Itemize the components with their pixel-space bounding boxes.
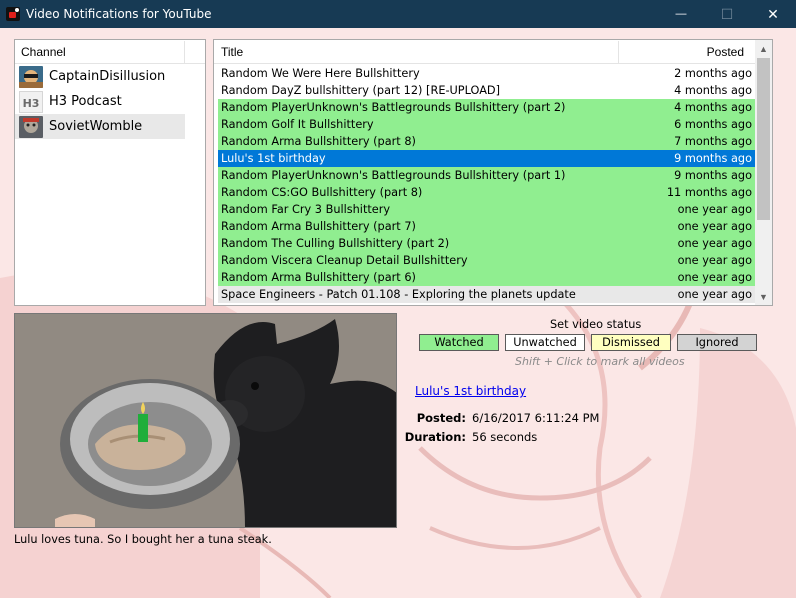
video-title: Random Viscera Cleanup Detail Bullshitte… bbox=[221, 254, 468, 267]
channel-item-sovietwomble[interactable]: SovietWomble bbox=[15, 114, 185, 139]
channel-list: Channel CaptainDisillusion H3 H3 Podcast bbox=[14, 39, 206, 306]
video-row[interactable]: Random Arma Bullshittery (part 7) one yea… bbox=[218, 218, 756, 235]
window-title: Video Notifications for YouTube bbox=[26, 7, 212, 21]
video-posted: 9 months ago bbox=[674, 169, 752, 182]
video-title: Random PlayerUnknown's Battlegrounds Bul… bbox=[221, 169, 566, 182]
video-title: Random PlayerUnknown's Battlegrounds Bul… bbox=[221, 101, 566, 114]
soviet-womble-avatar bbox=[19, 115, 43, 138]
posted-value: 6/16/2017 6:11:24 PM bbox=[472, 411, 600, 425]
video-posted: one year ago bbox=[677, 254, 752, 267]
unwatched-button[interactable]: Unwatched bbox=[505, 334, 585, 351]
video-row-selected[interactable]: Lulu's 1st birthday 9 months ago bbox=[218, 150, 756, 167]
close-icon: ✕ bbox=[767, 5, 779, 22]
video-title: Random We Were Here Bullshittery bbox=[221, 67, 420, 80]
video-list-scrollbar[interactable]: ▲ ▼ bbox=[755, 40, 772, 305]
video-title: Random Arma Bullshittery (part 6) bbox=[221, 271, 416, 284]
column-separator bbox=[184, 40, 185, 63]
captain-disillusion-avatar bbox=[19, 65, 43, 88]
video-list-header: Title Posted bbox=[214, 40, 756, 64]
video-row[interactable]: Random We Were Here Bullshittery 2 months… bbox=[218, 65, 756, 82]
video-row[interactable]: Random Golf It Bullshittery 6 months ago bbox=[218, 116, 756, 133]
video-title: Space Engineers - Patch 01.108 - Explori… bbox=[221, 288, 576, 301]
video-posted: 7 months ago bbox=[674, 135, 752, 148]
maximize-button[interactable]: ☐ bbox=[704, 0, 750, 28]
video-thumbnail[interactable] bbox=[14, 313, 397, 528]
video-posted: one year ago bbox=[677, 220, 752, 233]
channel-label: SovietWomble bbox=[49, 119, 143, 134]
video-list: Title Posted Random We Were Here Bullshi… bbox=[213, 39, 773, 306]
title-column-header[interactable]: Title bbox=[214, 45, 618, 59]
channel-label: CaptainDisillusion bbox=[49, 69, 166, 84]
channel-item-captaindisillusion[interactable]: CaptainDisillusion bbox=[15, 64, 185, 89]
scroll-up-button[interactable]: ▲ bbox=[755, 40, 772, 57]
video-posted: 9 months ago bbox=[674, 152, 752, 165]
dismissed-button[interactable]: Dismissed bbox=[591, 334, 671, 351]
scroll-thumb[interactable] bbox=[757, 58, 770, 220]
video-title: Random Arma Bullshittery (part 8) bbox=[221, 135, 416, 148]
video-title: Random DayZ bullshittery (part 12) [RE-U… bbox=[221, 84, 501, 97]
video-row[interactable]: Random PlayerUnknown's Battlegrounds Bul… bbox=[218, 99, 756, 116]
svg-text:H3: H3 bbox=[23, 97, 40, 110]
chevron-up-icon: ▲ bbox=[759, 43, 768, 54]
video-title: Random Golf It Bullshittery bbox=[221, 118, 374, 131]
channel-list-header: Channel bbox=[15, 40, 205, 64]
video-posted: one year ago bbox=[677, 203, 752, 216]
maximize-icon: ☐ bbox=[720, 5, 734, 22]
video-posted: 4 months ago bbox=[674, 101, 752, 114]
video-row[interactable]: Random Viscera Cleanup Detail Bullshitte… bbox=[218, 252, 756, 269]
video-row[interactable]: Space Engineers - Patch 01.108 - Explori… bbox=[218, 286, 756, 303]
video-row[interactable]: Random Arma Bullshittery (part 8) 7 month… bbox=[218, 133, 756, 150]
video-posted: 2 months ago bbox=[674, 67, 752, 80]
video-row[interactable]: Random CS:GO Bullshittery (part 8) 11 mon… bbox=[218, 184, 756, 201]
video-title: Random Arma Bullshittery (part 7) bbox=[221, 220, 416, 233]
thumbnail-image bbox=[15, 314, 396, 527]
title-bar: Video Notifications for YouTube — ☐ ✕ bbox=[0, 0, 796, 28]
status-hint: Shift + Click to mark all videos bbox=[515, 355, 685, 368]
duration-label: Duration: bbox=[404, 430, 466, 444]
app-icon bbox=[6, 7, 20, 21]
video-description: Lulu loves tuna. So I bought her a tuna … bbox=[14, 533, 272, 546]
client-area: Channel CaptainDisillusion H3 H3 Podcast bbox=[0, 28, 796, 598]
video-title: Random CS:GO Bullshittery (part 8) bbox=[221, 186, 423, 199]
video-posted: 6 months ago bbox=[674, 118, 752, 131]
minimize-icon: — bbox=[675, 8, 687, 20]
h3-podcast-avatar: H3 bbox=[19, 90, 43, 113]
video-row[interactable]: Random DayZ bullshittery (part 12) [RE-U… bbox=[218, 82, 756, 99]
minimize-button[interactable]: — bbox=[658, 0, 704, 28]
posted-label: Posted: bbox=[416, 411, 466, 425]
video-row[interactable]: Random Far Cry 3 Bullshittery one year ag… bbox=[218, 201, 756, 218]
close-button[interactable]: ✕ bbox=[750, 0, 796, 28]
video-rows: Random We Were Here Bullshittery 2 months… bbox=[214, 64, 756, 303]
video-title-link[interactable]: Lulu's 1st birthday bbox=[415, 384, 526, 398]
video-posted: one year ago bbox=[677, 237, 752, 250]
chevron-down-icon: ▼ bbox=[759, 291, 768, 302]
video-posted: 11 months ago bbox=[666, 186, 752, 199]
video-posted: 4 months ago bbox=[674, 84, 752, 97]
channel-column-header[interactable]: Channel bbox=[21, 45, 184, 59]
video-row[interactable]: Random The Culling Bullshittery (part 2)… bbox=[218, 235, 756, 252]
video-title: Lulu's 1st birthday bbox=[221, 152, 326, 165]
duration-value: 56 seconds bbox=[472, 430, 538, 444]
video-row[interactable]: Random PlayerUnknown's Battlegrounds Bul… bbox=[218, 167, 756, 184]
scroll-down-button[interactable]: ▼ bbox=[755, 288, 772, 305]
posted-column-header[interactable]: Posted bbox=[619, 45, 756, 59]
channel-label: H3 Podcast bbox=[49, 94, 122, 109]
watched-button[interactable]: Watched bbox=[419, 334, 499, 351]
channel-item-h3-podcast[interactable]: H3 H3 Podcast bbox=[15, 89, 185, 114]
video-posted: one year ago bbox=[677, 288, 752, 301]
ignored-button[interactable]: Ignored bbox=[677, 334, 757, 351]
set-status-label: Set video status bbox=[550, 318, 642, 331]
video-row[interactable]: Random Arma Bullshittery (part 6) one yea… bbox=[218, 269, 756, 286]
video-title: Random Far Cry 3 Bullshittery bbox=[221, 203, 391, 216]
video-posted: one year ago bbox=[677, 271, 752, 284]
video-title: Random The Culling Bullshittery (part 2) bbox=[221, 237, 450, 250]
window-controls: — ☐ ✕ bbox=[658, 0, 796, 28]
